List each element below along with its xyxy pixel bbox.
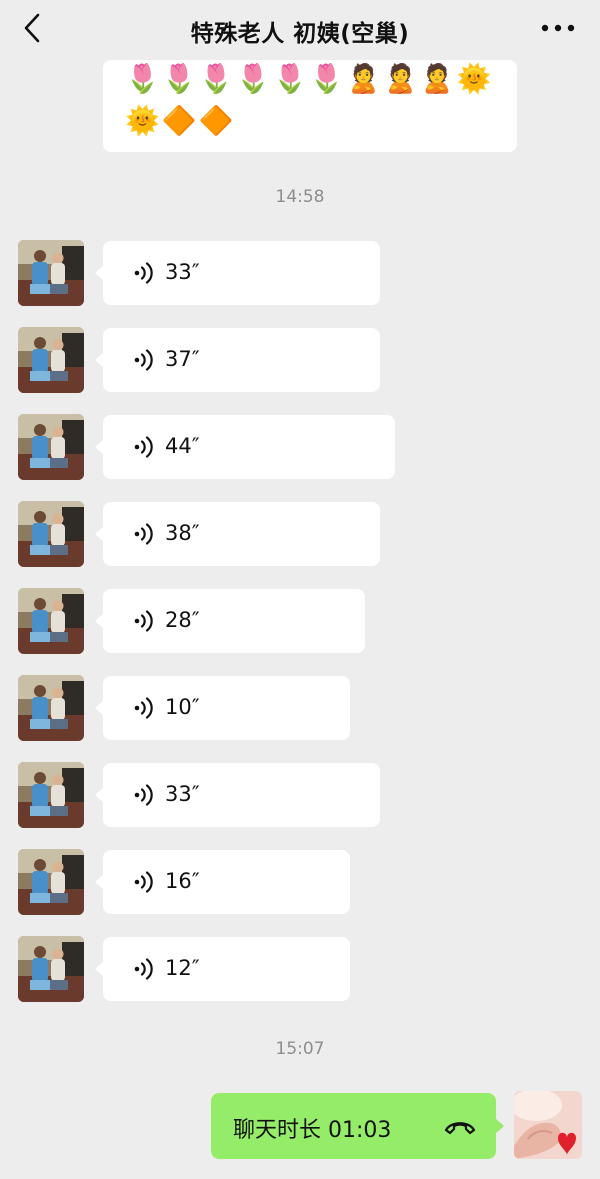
voice-message-row: 38″	[0, 501, 600, 567]
voice-message-bubble[interactable]: 33″	[95, 241, 380, 305]
elderly-woman-avatar-image	[18, 414, 84, 480]
call-duration-text: 聊天时长 01:03	[233, 1118, 392, 1143]
voice-message-row: 16″	[0, 849, 600, 915]
voice-duration: 37″	[165, 347, 200, 371]
more-dots-icon	[541, 24, 575, 32]
call-record-bubble[interactable]: 聊天时长 01:03	[211, 1093, 504, 1159]
call-record-row: 聊天时长 01:03	[0, 1091, 600, 1161]
voice-message-row: 33″	[0, 240, 600, 306]
voice-wave-icon	[134, 784, 153, 806]
elderly-woman-avatar-image	[18, 936, 84, 1002]
voice-message-row: 33″	[0, 762, 600, 828]
elderly-woman-avatar-image	[18, 240, 84, 306]
voice-duration: 38″	[165, 521, 200, 545]
top-nav-bar: 特殊老人 初姨(空巢)	[0, 0, 600, 56]
voice-wave-icon	[134, 958, 153, 980]
elderly-woman-avatar-image	[18, 675, 84, 741]
voice-message-bubble[interactable]: 16″	[95, 850, 350, 914]
voice-message-row: 10″	[0, 675, 600, 741]
voice-message-bubble[interactable]: 37″	[95, 328, 380, 392]
chevron-left-icon	[24, 13, 40, 43]
voice-wave-icon	[134, 697, 153, 719]
contact-avatar[interactable]	[18, 762, 84, 828]
contact-avatar[interactable]	[18, 675, 84, 741]
contact-avatar[interactable]	[18, 414, 84, 480]
voice-wave-icon	[134, 436, 153, 458]
voice-message-bubble[interactable]: 10″	[95, 676, 350, 740]
voice-wave-icon	[134, 871, 153, 893]
contact-avatar[interactable]	[18, 327, 84, 393]
voice-wave-icon	[134, 262, 153, 284]
voice-wave-icon	[134, 349, 153, 371]
more-button[interactable]	[538, 16, 578, 40]
my-avatar[interactable]	[514, 1091, 582, 1159]
elderly-woman-avatar-image	[18, 849, 84, 915]
chat-title: 特殊老人 初姨(空巢)	[190, 21, 410, 47]
contact-avatar[interactable]	[18, 936, 84, 1002]
voice-message-bubble[interactable]: 38″	[95, 502, 380, 566]
voice-message-row: 44″	[0, 414, 600, 480]
voice-message-row: 28″	[0, 588, 600, 654]
voice-message-row: 37″	[0, 327, 600, 393]
elderly-woman-avatar-image	[18, 327, 84, 393]
voice-message-bubble[interactable]: 33″	[95, 763, 380, 827]
voice-message-bubble[interactable]: 12″	[95, 937, 350, 1001]
voice-message-bubble[interactable]: 44″	[95, 415, 395, 479]
voice-duration: 33″	[165, 782, 200, 806]
voice-message-bubble[interactable]: 28″	[95, 589, 365, 653]
voice-duration: 33″	[165, 260, 200, 284]
contact-avatar[interactable]	[18, 240, 84, 306]
voice-wave-icon	[134, 523, 153, 545]
voice-wave-icon	[134, 610, 153, 632]
contact-avatar[interactable]	[18, 588, 84, 654]
elderly-woman-avatar-image	[18, 588, 84, 654]
emoji-message-bubble[interactable]: 🌷🌷🌷🌷🌷🌷🙎🙎🙎🌞 🌞🔶🔶	[103, 60, 517, 152]
back-button[interactable]	[14, 10, 50, 46]
timestamp: 15:07	[275, 1039, 325, 1059]
elderly-woman-avatar-image	[18, 762, 84, 828]
voice-duration: 16″	[165, 869, 200, 893]
contact-avatar[interactable]	[18, 501, 84, 567]
elderly-woman-avatar-image	[18, 501, 84, 567]
voice-duration: 44″	[165, 434, 200, 458]
emoji-line-1: 🌷🌷🌷🌷🌷🌷🙎🙎🙎🌞	[125, 62, 494, 95]
phone-hangup-icon	[444, 1122, 476, 1135]
voice-duration: 10″	[165, 695, 200, 719]
timestamp: 14:58	[275, 187, 325, 207]
emoji-line-2: 🌞🔶🔶	[125, 104, 236, 137]
voice-duration: 28″	[165, 608, 200, 632]
contact-avatar[interactable]	[18, 849, 84, 915]
voice-duration: 12″	[165, 956, 200, 980]
voice-message-row: 12″	[0, 936, 600, 1002]
baby-hand-heart-avatar-image	[514, 1091, 582, 1159]
